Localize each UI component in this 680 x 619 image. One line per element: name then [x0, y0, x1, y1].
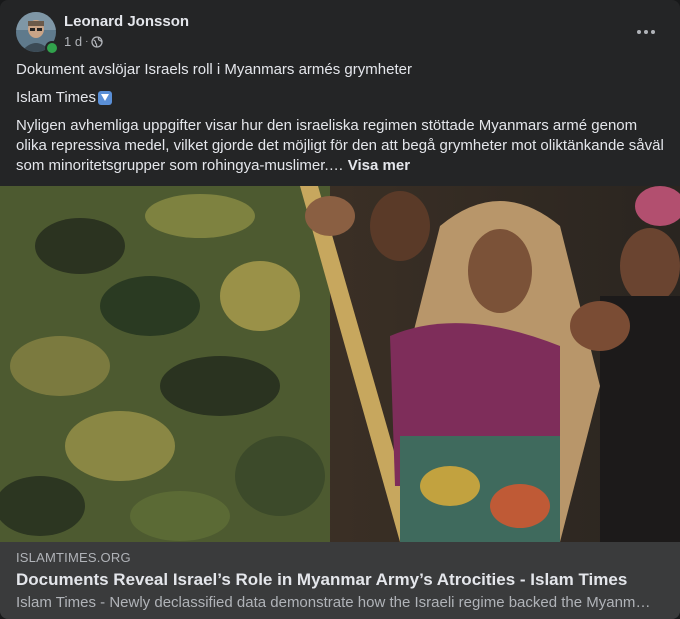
see-more-link[interactable]: Visa mer: [348, 157, 410, 174]
link-description: Islam Times - Newly declassified data de…: [16, 594, 656, 611]
separator-dot: ·: [85, 36, 89, 47]
post-body-text: Nyligen avhemliga uppgifter visar hur de…: [16, 117, 664, 174]
post-meta: 1 d ·: [64, 34, 104, 49]
post-card: Leonard Jonsson 1 d · Dokument avslöjar …: [0, 0, 680, 619]
globe-icon: [91, 35, 104, 48]
source-name: Islam Times: [16, 89, 97, 106]
post-headline: Dokument avslöjar Israels roll i Myanmar…: [16, 61, 412, 78]
more-dot: [644, 30, 648, 34]
crowd-photo: [0, 186, 680, 542]
link-domain: ISLAMTIMES.ORG: [16, 550, 131, 565]
online-status-dot: [45, 41, 59, 55]
post-time[interactable]: 1 d: [64, 34, 82, 49]
more-options-button[interactable]: [632, 18, 660, 46]
more-options-icon: [637, 30, 641, 34]
more-dot: [651, 30, 655, 34]
post-text: Dokument avslöjar Israels roll i Myanmar…: [16, 60, 664, 176]
link-preview-image[interactable]: [0, 186, 680, 542]
down-arrow-emoji-icon: [98, 91, 113, 105]
post-source-line: Islam Times: [16, 88, 664, 108]
link-preview[interactable]: ISLAMTIMES.ORG Documents Reveal Israel’s…: [0, 542, 680, 619]
author-name[interactable]: Leonard Jonsson: [64, 13, 189, 30]
post-header: Leonard Jonsson 1 d ·: [16, 12, 664, 56]
post-body: Nyligen avhemliga uppgifter visar hur de…: [16, 116, 664, 176]
link-title[interactable]: Documents Reveal Israel’s Role in Myanma…: [16, 570, 627, 590]
